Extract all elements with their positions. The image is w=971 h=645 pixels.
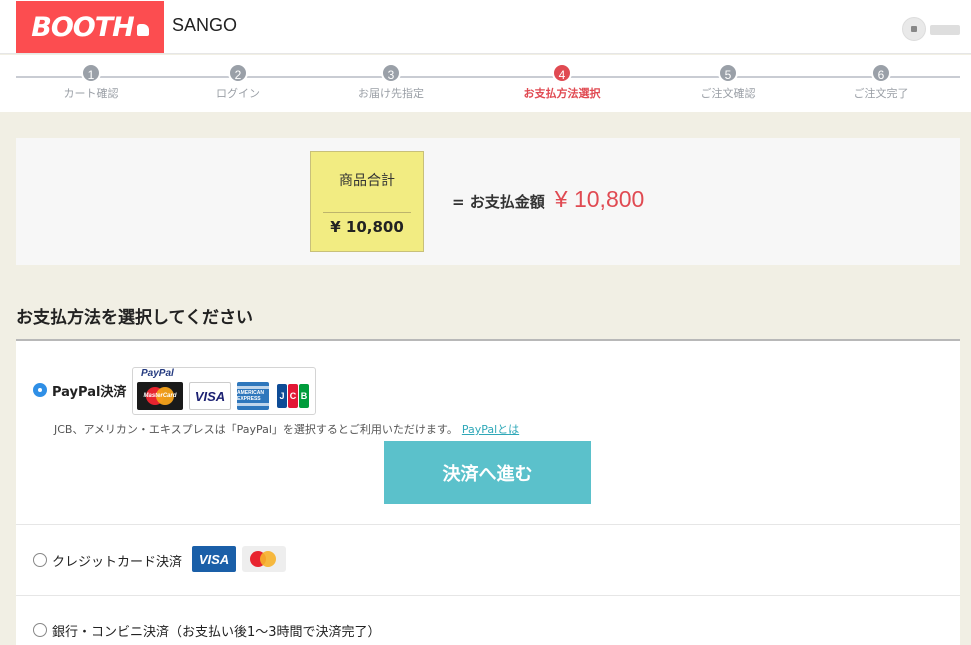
paypal-radio[interactable] [33,383,47,397]
paypal-info-link[interactable]: PayPalとは [462,423,519,436]
step-label: ログイン [216,87,260,100]
payment-method-list: PayPal決済 PayPal MasterCard VISA AMERICAN… [16,339,960,645]
step-login: 2 ログイン [158,63,318,101]
step-confirm: 5 ご注文確認 [648,63,808,101]
payment-total-label: = お支払金額 [452,193,545,211]
payment-option-paypal: PayPal決済 PayPal MasterCard VISA AMERICAN… [16,341,960,525]
section-title: お支払方法を選択してください [16,308,253,328]
mastercard-text: MasterCard [143,393,177,399]
subtotal-value: ¥ 10,800 [330,218,404,236]
payment-option-bank-convenience: 銀行・コンビニ決済（お支払い後1〜3時間で決済完了） [16,596,960,645]
proceed-to-payment-button[interactable]: 決済へ進む [384,441,591,504]
step-label: ご注文確認 [700,87,756,100]
payment-option-credit-card: クレジットカード決済 VISA [16,525,960,596]
jcb-b: B [299,384,309,408]
paypal-note-text: JCB、アメリカン・エキスプレスは「PayPal」を選択するとご利用いただけます… [54,423,458,436]
visa-icon: VISA [189,382,231,410]
step-label: お届け先指定 [358,87,424,100]
step-number: 4 [552,63,572,83]
amex-text: AMERICAN EXPRESS [237,390,264,402]
paypal-note: JCB、アメリカン・エキスプレスは「PayPal」を選択するとご利用いただけます… [54,421,519,437]
subtotal-divider [323,212,411,213]
credit-card-radio[interactable] [33,553,47,567]
jcb-icon: J C B [275,382,311,410]
payment-total: = お支払金額 ¥ 10,800 [452,186,644,213]
step-delivery: 3 お届け先指定 [311,63,471,101]
booth-mascot-icon [136,24,149,36]
credit-card-label[interactable]: クレジットカード決済 [52,551,182,570]
avatar-icon [911,26,917,32]
jcb-c: C [288,384,298,408]
bank-convenience-radio[interactable] [33,623,47,637]
shop-name[interactable]: SANGO [172,15,237,36]
user-avatar[interactable] [902,17,926,41]
visa-icon: VISA [192,546,236,572]
user-name-blurred[interactable] [930,25,960,35]
step-number: 5 [718,63,738,83]
subtotal-label: 商品合計 [339,173,395,189]
paypal-card-logos: PayPal MasterCard VISA AMERICAN EXPRESS … [132,367,316,415]
step-label: ご注文完了 [853,87,909,100]
paypal-logo-icon: PayPal [141,368,174,379]
mastercard-icon [242,546,286,572]
bank-convenience-label[interactable]: 銀行・コンビニ決済（お支払い後1〜3時間で決済完了） [52,621,381,640]
jcb-j: J [277,384,287,408]
step-label: カート確認 [63,87,119,100]
header: BOOTH SANGO [0,0,971,54]
step-cart: 1 カート確認 [11,63,171,101]
step-complete: 6 ご注文完了 [801,63,961,101]
paypal-brand-text: PayPal [141,368,174,379]
step-number: 3 [381,63,401,83]
amex-icon: AMERICAN EXPRESS [237,382,269,410]
step-number: 6 [871,63,891,83]
booth-logo[interactable]: BOOTH [16,1,164,53]
order-summary: 商品合計 ¥ 10,800 = お支払金額 ¥ 10,800 [16,138,960,265]
checkout-stepper: 1 カート確認 2 ログイン 3 お届け先指定 4 お支払方法選択 5 ご注文確… [0,55,971,112]
paypal-label[interactable]: PayPal決済 [52,381,126,400]
payment-total-value: ¥ 10,800 [554,186,645,212]
step-number: 2 [228,63,248,83]
step-payment: 4 お支払方法選択 [482,63,642,101]
mastercard-icon: MasterCard [137,382,183,410]
step-label: お支払方法選択 [523,87,601,100]
step-number: 1 [81,63,101,83]
logo-text: BOOTH [31,11,134,43]
subtotal-box: 商品合計 ¥ 10,800 [310,151,424,252]
